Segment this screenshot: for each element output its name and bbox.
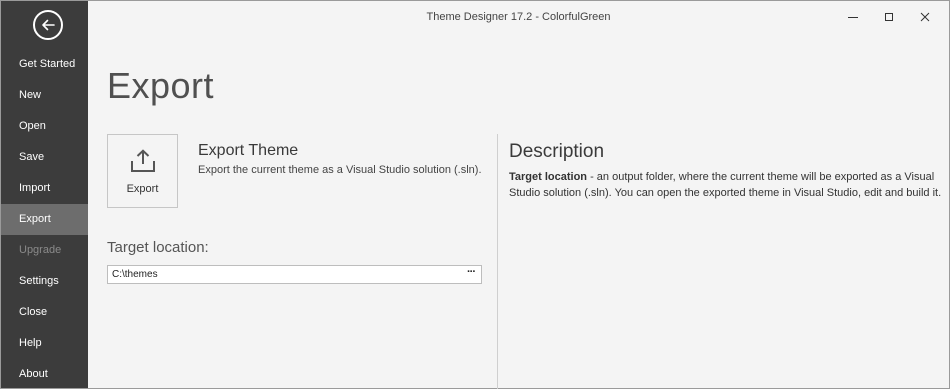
close-icon (920, 12, 930, 22)
title-bar: Theme Designer 17.2 - ColorfulGreen (88, 1, 949, 33)
menu-item-export[interactable]: Export (1, 204, 88, 235)
page-title: Export (107, 65, 215, 106)
backstage-sidebar: Get Started New Open Save Import Export … (1, 1, 88, 388)
menu-item-settings[interactable]: Settings (1, 266, 88, 297)
target-location-field: ··· (107, 265, 482, 284)
window-title: Theme Designer 17.2 - ColorfulGreen (426, 11, 611, 23)
description-term: Target location (509, 171, 588, 183)
upload-icon (131, 149, 155, 172)
browse-button[interactable]: ··· (463, 266, 479, 283)
menu-item-about[interactable]: About (1, 359, 88, 389)
menu-item-get-started[interactable]: Get Started (1, 49, 88, 80)
target-location-label: Target location: (107, 239, 209, 256)
maximize-icon (885, 13, 893, 21)
backstage-menu: Get Started New Open Save Import Export … (1, 49, 88, 389)
close-window-button[interactable] (910, 4, 940, 30)
menu-item-save[interactable]: Save (1, 142, 88, 173)
menu-item-help[interactable]: Help (1, 328, 88, 359)
export-button[interactable]: Export (107, 134, 178, 208)
export-button-label: Export (126, 183, 159, 195)
export-theme-heading: Export Theme (198, 142, 299, 159)
menu-item-new[interactable]: New (1, 80, 88, 111)
arrow-left-icon (42, 19, 55, 31)
app-window: Get Started New Open Save Import Export … (0, 0, 950, 389)
vertical-divider (497, 134, 498, 389)
minimize-icon (848, 17, 858, 18)
export-theme-description: Export the current theme as a Visual Stu… (198, 164, 482, 176)
menu-item-upgrade: Upgrade (19, 244, 62, 256)
menu-item-open[interactable]: Open (1, 111, 88, 142)
menu-item-close[interactable]: Close (1, 297, 88, 328)
target-location-input[interactable] (112, 267, 452, 282)
description-text: Target location - an output folder, wher… (509, 169, 945, 201)
back-button[interactable] (33, 10, 63, 40)
minimize-button[interactable] (838, 4, 868, 30)
description-heading: Description (509, 141, 605, 162)
maximize-button[interactable] (874, 4, 904, 30)
menu-item-import[interactable]: Import (1, 173, 88, 204)
